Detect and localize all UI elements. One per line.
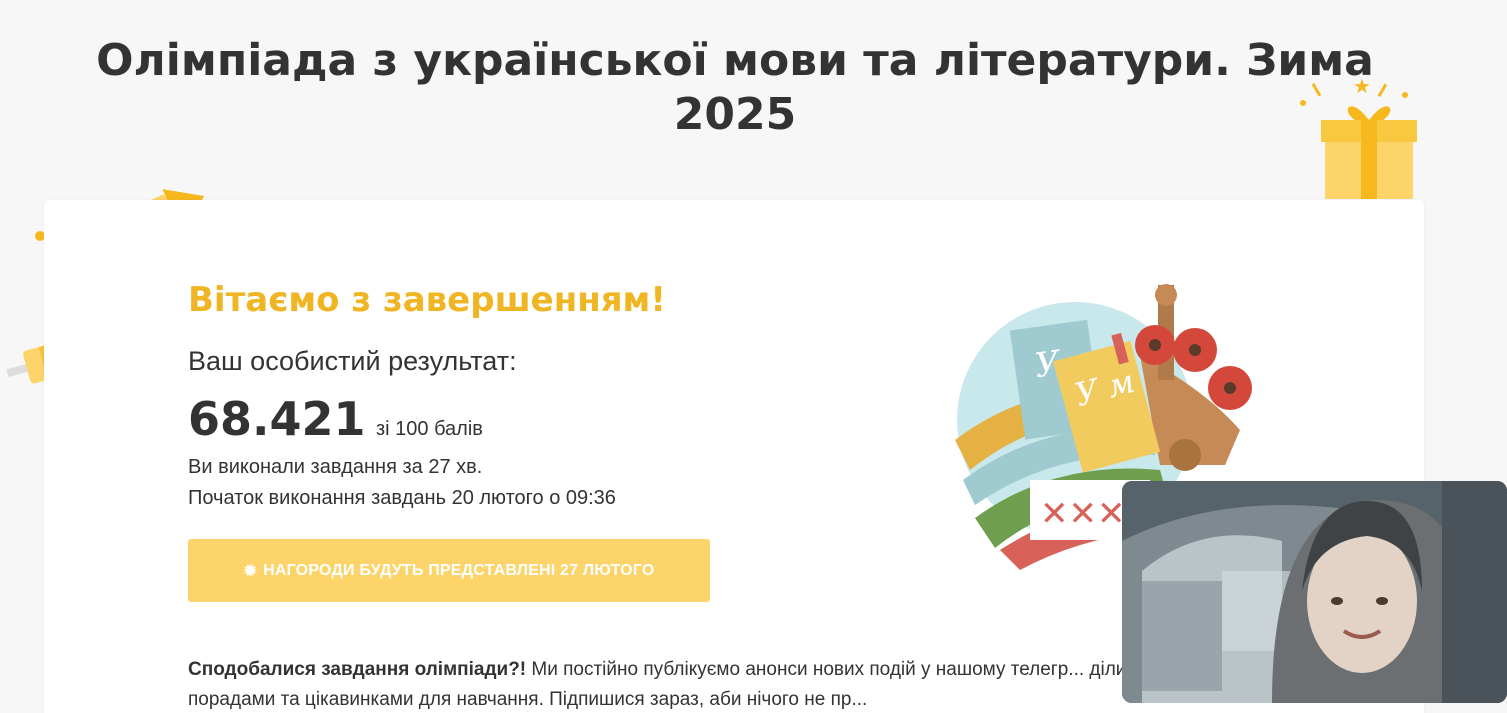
start-info: Початок виконання завдань 20 лютого о 09… — [188, 487, 616, 509]
awards-button[interactable]: ✹ НАГОРОДИ БУДУТЬ ПРЕДСТАВЛЕНІ 27 ЛЮТОГО — [188, 539, 710, 602]
webcam-video — [1122, 481, 1507, 703]
score-suffix: зі 100 балів — [375, 418, 483, 440]
congrats-heading: Вітаємо з завершенням! — [188, 280, 666, 320]
result-label: Ваш особистий результат: — [188, 346, 517, 376]
awards-button-label: НАГОРОДИ БУДУТЬ ПРЕДСТАВЛЕНІ 27 ЛЮТОГО — [263, 561, 655, 579]
score-value: 68.421 — [188, 392, 366, 446]
webcam-overlay — [1122, 481, 1507, 703]
time-info: Ви виконали завдання за 27 хв. — [188, 456, 483, 478]
svg-text:★: ★ — [1353, 76, 1371, 98]
score-row: 68.421 зі 100 балів — [188, 392, 483, 446]
gear-icon: ✹ — [243, 562, 258, 580]
gift-icon: ★ — [1300, 76, 1417, 199]
page-title: Олімпіада з української мови та літерату… — [96, 35, 1374, 140]
promo-bold: Сподобалися завдання олімпіади?! — [188, 659, 527, 680]
svg-text:✕✕✕: ✕✕✕ — [1040, 494, 1125, 534]
